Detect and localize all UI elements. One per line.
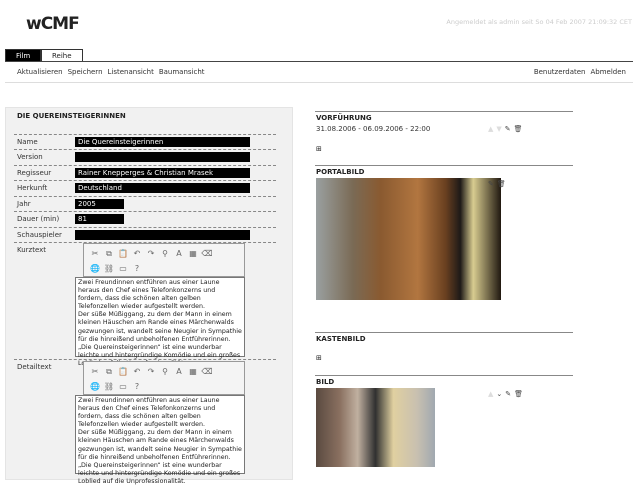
bild-actions: ▲⌄✎🗑 xyxy=(488,390,526,398)
dauer-input[interactable]: 81 xyxy=(75,214,124,224)
label-name: Name xyxy=(17,138,38,146)
bild-title: BILD xyxy=(316,378,335,386)
image-icon[interactable]: ▭ xyxy=(116,261,130,276)
label-detailtext: Detailtext xyxy=(17,363,52,371)
vorfuehrung-title: VORFÜHRUNG xyxy=(316,114,372,122)
menu-baumansicht[interactable]: Baumansicht xyxy=(159,68,205,76)
vorfuehrung-date: 31.08.2006 - 06.09.2006 - 22:00 xyxy=(316,125,431,133)
add-vorfuehrung-icon[interactable]: ⊞ xyxy=(316,145,322,153)
portalbild-image xyxy=(316,178,501,300)
delete-icon[interactable]: 🗑 xyxy=(514,125,526,133)
edit-icon[interactable]: ✎ xyxy=(505,390,514,398)
menu-right: Benutzerdaten Abmelden xyxy=(534,68,626,76)
kastenbild-title: KASTENBILD xyxy=(316,335,366,343)
menu-benutzerdaten[interactable]: Benutzerdaten xyxy=(534,68,586,76)
label-schauspieler: Schauspieler xyxy=(17,231,62,239)
add-kastenbild-icon[interactable]: ⊞ xyxy=(316,354,322,362)
undo-icon[interactable]: ↶ xyxy=(130,364,144,379)
link-icon[interactable]: 🌐 xyxy=(88,261,102,276)
undo-icon[interactable]: ↶ xyxy=(130,246,144,261)
row-divider xyxy=(14,180,276,181)
paste-icon[interactable]: 📋 xyxy=(116,246,130,261)
bild-image xyxy=(316,388,435,467)
section-divider xyxy=(315,375,573,376)
regisseur-input[interactable]: Rainer Knepperges & Christian Mrasek xyxy=(75,168,250,178)
row-divider xyxy=(14,149,276,150)
label-regisseur: Regisseur xyxy=(17,169,52,177)
row-divider xyxy=(14,359,276,360)
spellcheck-icon[interactable]: A xyxy=(172,246,186,261)
section-divider xyxy=(315,111,573,112)
menu-left: Aktualisieren Speichern Listenansicht Bauma… xyxy=(17,68,210,76)
menu-listenansicht[interactable]: Listenansicht xyxy=(108,68,154,76)
table-icon[interactable]: ▦ xyxy=(186,364,200,379)
vorfuehrung-actions: ▲▼✎🗑 xyxy=(488,125,526,133)
help-icon[interactable]: ? xyxy=(130,261,144,276)
cut-icon[interactable]: ✂ xyxy=(88,246,102,261)
eraser-icon[interactable]: ⌫ xyxy=(200,364,214,379)
find-icon[interactable]: ⚲ xyxy=(158,364,172,379)
row-divider xyxy=(14,196,276,197)
label-kurztext: Kurztext xyxy=(17,246,47,254)
form-title: DIE QUEREINSTEIGERINNEN xyxy=(17,112,126,120)
row-divider xyxy=(14,211,276,212)
help-icon[interactable]: ? xyxy=(130,379,144,394)
row-divider xyxy=(14,134,276,135)
redo-icon[interactable]: ↷ xyxy=(144,246,158,261)
label-jahr: Jahr xyxy=(17,200,31,208)
delete-icon[interactable]: 🗑 xyxy=(514,390,526,398)
label-version: Version xyxy=(17,153,43,161)
spellcheck-icon[interactable]: A xyxy=(172,364,186,379)
section-divider xyxy=(315,165,573,166)
detailtext-toolbar: ✂ ⧉ 📋 ↶ ↷ ⚲ A ▦ ⌫ 🌐 ⛓ ▭? xyxy=(83,361,245,395)
version-input[interactable] xyxy=(75,152,250,162)
portalbild-title: PORTALBILD xyxy=(316,168,365,176)
image-icon[interactable]: ▭ xyxy=(116,379,130,394)
label-dauer: Dauer (min) xyxy=(17,215,60,223)
unlink-icon[interactable]: ⛓ xyxy=(102,261,116,276)
edit-icon[interactable]: ✎ xyxy=(488,180,497,188)
menu-abmelden[interactable]: Abmelden xyxy=(591,68,627,76)
schauspieler-input[interactable] xyxy=(75,230,250,240)
logo: wCMF xyxy=(26,14,80,34)
menu-aktualisieren[interactable]: Aktualisieren xyxy=(17,68,63,76)
menu-speichern[interactable]: Speichern xyxy=(68,68,103,76)
copy-icon[interactable]: ⧉ xyxy=(102,246,116,261)
kurztext-toolbar: ✂ ⧉ 📋 ↶ ↷ ⚲ A ▦ ⌫ 🌐 ⛓ ▭? xyxy=(83,243,245,277)
login-status: Angemeldet als admin seit So 04 Feb 2007… xyxy=(446,18,632,26)
edit-icon[interactable]: ✎ xyxy=(505,125,514,133)
unlink-icon[interactable]: ⛓ xyxy=(102,379,116,394)
tab-divider xyxy=(5,61,633,62)
delete-icon[interactable]: 🗑 xyxy=(497,180,509,188)
eraser-icon[interactable]: ⌫ xyxy=(200,246,214,261)
jahr-input[interactable]: 2005 xyxy=(75,199,124,209)
row-divider xyxy=(14,165,276,166)
kurztext-textarea[interactable]: Zwei Freundinnen entführen aus einer Lau… xyxy=(75,277,245,367)
redo-icon[interactable]: ↷ xyxy=(144,364,158,379)
detailtext-textarea[interactable]: Zwei Freundinnen entführen aus einer Lau… xyxy=(75,395,245,485)
label-herkunft: Herkunft xyxy=(17,184,48,192)
cut-icon[interactable]: ✂ xyxy=(88,364,102,379)
link-icon[interactable]: 🌐 xyxy=(88,379,102,394)
down-icon[interactable]: ▼ xyxy=(496,125,504,133)
menu-divider xyxy=(5,82,633,83)
herkunft-input[interactable]: Deutschland xyxy=(75,183,250,193)
name-input[interactable]: Die Quereinsteigerinnen xyxy=(75,137,250,147)
find-icon[interactable]: ⚲ xyxy=(158,246,172,261)
section-divider xyxy=(315,332,573,333)
portalbild-actions: ✎🗑 xyxy=(488,180,509,188)
paste-icon[interactable]: 📋 xyxy=(116,364,130,379)
table-icon[interactable]: ▦ xyxy=(186,246,200,261)
copy-icon[interactable]: ⧉ xyxy=(102,364,116,379)
row-divider xyxy=(14,227,276,228)
down-icon[interactable]: ⌄ xyxy=(496,390,505,398)
